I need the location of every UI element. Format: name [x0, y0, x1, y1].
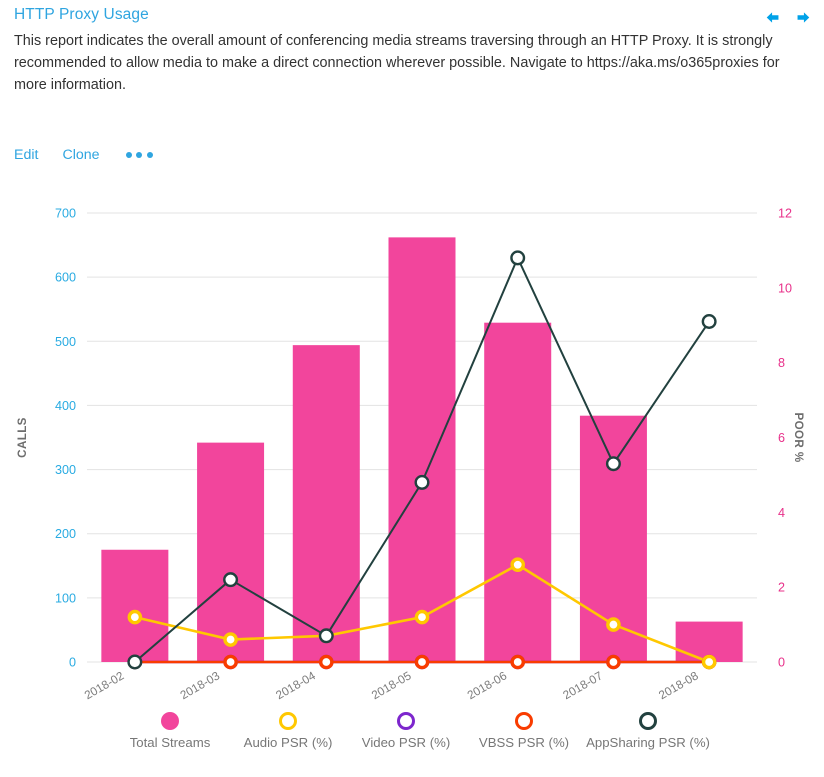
data-point[interactable]	[510, 654, 526, 670]
arrow-left-icon[interactable]	[764, 9, 781, 26]
x-axis-tick-label: 2018-03	[178, 668, 223, 700]
y-axis-tick-left: 0	[69, 656, 76, 670]
edit-link[interactable]: Edit	[14, 147, 38, 163]
y-axis-title-left: CALLS	[16, 417, 29, 458]
legend-label: Audio PSR (%)	[243, 735, 333, 750]
legend-item[interactable]: Total Streams	[111, 712, 229, 750]
bar-total-streams[interactable]	[101, 549, 169, 662]
y-axis-tick-right: 10	[778, 281, 792, 295]
data-point[interactable]	[510, 557, 526, 573]
x-axis-tick-label: 2018-05	[369, 668, 414, 700]
y-axis-tick-left: 300	[55, 463, 76, 477]
y-axis-tick-left: 600	[55, 271, 76, 285]
legend-item[interactable]: VBSS PSR (%)	[465, 712, 583, 750]
data-point[interactable]	[318, 628, 334, 644]
data-point[interactable]	[223, 654, 238, 670]
x-axis-tick-label: 2018-07	[560, 668, 604, 700]
legend-item[interactable]: AppSharing PSR (%)	[583, 712, 713, 750]
chart-container: 0 100 200 300 400 500 600 700 0 2 4 6 8 10 12 CALLS POOR…	[0, 190, 824, 710]
legend-label: Total Streams	[129, 735, 211, 750]
x-axis-tick-label: 2018-02	[82, 668, 126, 700]
legend-marker-icon	[397, 712, 415, 730]
dot-icon	[136, 152, 143, 158]
y-axis-tick-right: 0	[778, 656, 785, 670]
data-point[interactable]	[414, 654, 430, 670]
report-header: HTTP Proxy Usage	[14, 4, 814, 26]
data-point[interactable]	[606, 654, 621, 670]
y-axis-tick-right: 8	[778, 356, 785, 370]
y-axis-tick-left: 100	[55, 591, 76, 605]
y-axis-tick-left: 700	[55, 207, 76, 221]
y-axis-tick-left: 400	[55, 399, 76, 413]
navigation-arrows	[764, 9, 812, 26]
y-axis-tick-right: 6	[778, 431, 785, 445]
page-title: HTTP Proxy Usage	[14, 6, 149, 23]
x-axis-tick-label: 2018-04	[273, 668, 318, 700]
data-point[interactable]	[414, 609, 430, 625]
data-point[interactable]	[606, 617, 621, 632]
data-point[interactable]	[701, 314, 717, 330]
data-point[interactable]	[127, 654, 143, 670]
y-axis-tick-right: 4	[778, 506, 785, 520]
x-axis-tick-label: 2018-08	[656, 668, 701, 700]
chart-legend: Total Streams Audio PSR (%) Video PSR (%) V…	[0, 712, 824, 750]
more-options-button[interactable]	[124, 148, 155, 162]
arrow-right-icon[interactable]	[795, 9, 812, 26]
y-axis-title-right: POOR %	[792, 412, 805, 462]
legend-label: Video PSR (%)	[361, 735, 451, 750]
data-point[interactable]	[510, 250, 526, 266]
legend-marker-icon	[515, 712, 533, 730]
report-actions: Edit Clone	[14, 147, 155, 163]
legend-marker-icon	[279, 712, 297, 730]
report-page: HTTP Proxy Usage This report indicates t…	[0, 0, 824, 777]
dot-icon	[146, 152, 153, 158]
y-axis-tick-right: 2	[778, 581, 785, 595]
legend-label: VBSS PSR (%)	[478, 735, 570, 750]
data-point[interactable]	[127, 609, 143, 625]
legend-item[interactable]: Video PSR (%)	[347, 712, 465, 750]
dot-icon	[125, 152, 132, 158]
data-point[interactable]	[318, 654, 334, 670]
y-axis-tick-left: 200	[55, 527, 76, 541]
clone-link[interactable]: Clone	[62, 147, 99, 163]
x-axis-tick-label: 2018-06	[465, 668, 510, 700]
legend-marker-icon	[639, 712, 657, 730]
data-point[interactable]	[605, 456, 621, 472]
bar-total-streams[interactable]	[292, 345, 360, 662]
data-point[interactable]	[414, 474, 430, 490]
data-point[interactable]	[223, 632, 238, 647]
bar-total-streams[interactable]	[197, 442, 265, 662]
y-axis-tick-left: 500	[55, 335, 76, 349]
legend-marker-icon	[161, 712, 179, 730]
bar-total-streams[interactable]	[484, 322, 552, 662]
report-description: This report indicates the overall amount…	[14, 33, 780, 93]
legend-item[interactable]: Audio PSR (%)	[229, 712, 347, 750]
combo-chart[interactable]: 0 100 200 300 400 500 600 700 0 2 4 6 8 10 12 CALLS POOR…	[0, 190, 824, 701]
legend-label: AppSharing PSR (%)	[586, 735, 710, 750]
y-axis-tick-right: 12	[778, 207, 792, 221]
bar-total-streams[interactable]	[388, 237, 456, 663]
data-point[interactable]	[223, 572, 239, 588]
data-point[interactable]	[701, 654, 717, 670]
